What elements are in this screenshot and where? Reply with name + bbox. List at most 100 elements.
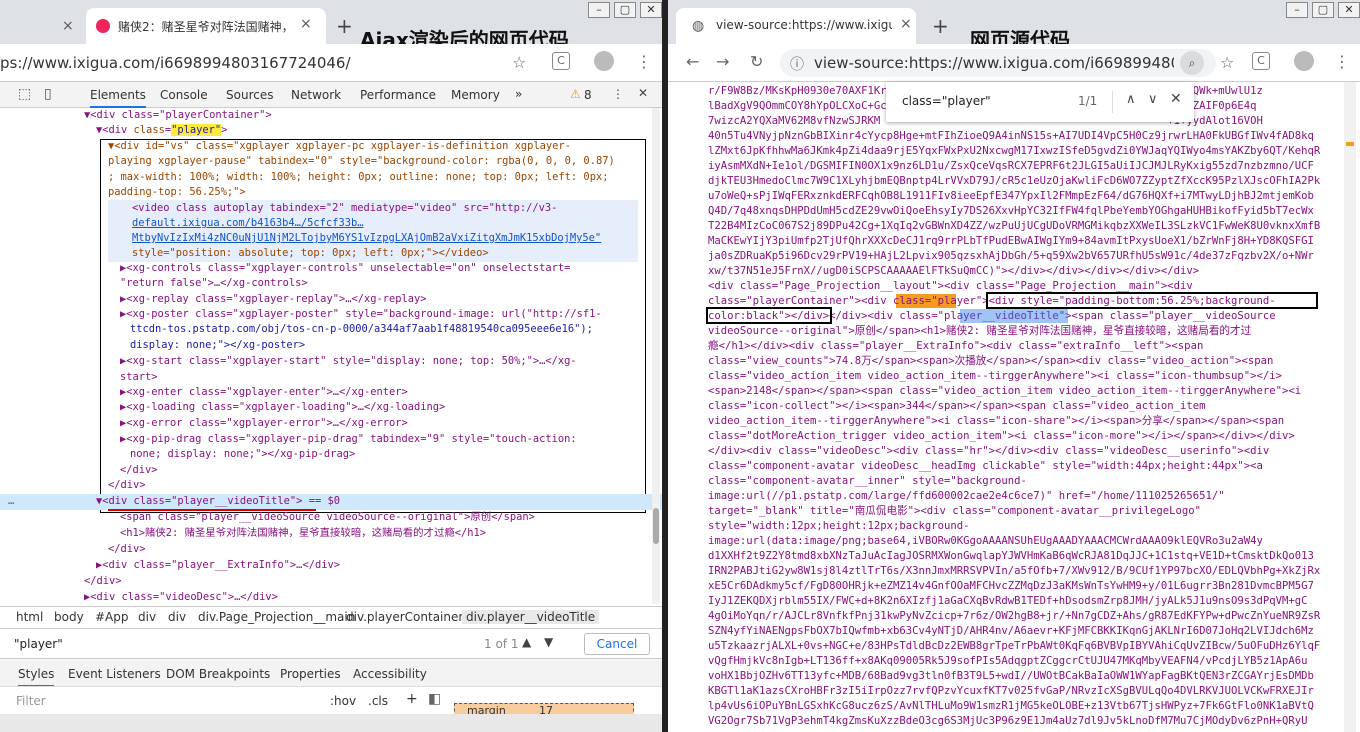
bookmark-star-icon[interactable]: ☆ [1220,53,1234,72]
find-next-icon[interactable]: ▼ [544,635,553,649]
dom-line[interactable]: ▶<xg-pip-drag class="xgplayer-pip-drag" … [120,432,650,448]
dom-line[interactable]: padding-top: 56.25%;"> [108,185,650,201]
crumb-projection-main[interactable]: div.Page_Projection__main [198,610,355,624]
close-window-icon[interactable]: ✕ [1338,2,1360,18]
dom-line[interactable]: "return false">…</xg-controls> [120,276,650,292]
dom-line[interactable]: ▶<xg-error class="xgplayer-error">…</xg-… [120,416,650,432]
extension-icon[interactable]: C [1252,52,1270,70]
address-url[interactable]: ps://www.ixigua.com/i6698994803167724046… [0,54,351,72]
extension-icon[interactable]: C [552,52,570,70]
tab-network[interactable]: Network [291,88,341,102]
address-box[interactable]: ⓘ view-source:https://www.ixigua.com/i66… [780,49,1216,77]
dom-line[interactable]: none; display: none;"></xg-pip-drag> [130,447,650,463]
tab-properties[interactable]: Properties [280,667,341,681]
tab-styles[interactable]: Styles [18,667,55,687]
crumb-div[interactable]: div [138,610,156,624]
tab-dom-breakpoints[interactable]: DOM Breakpoints [166,667,270,681]
computed-sidebar-icon[interactable]: ◧ [428,691,441,707]
dom-line[interactable]: display: none;"></xg-poster> [130,338,650,354]
maximize-icon[interactable]: ▢ [1312,2,1334,18]
active-tab[interactable]: ◍ view-source:https://www.ixigu × [676,8,916,44]
dom-line-player[interactable]: ▼<div class="player"> [96,123,650,139]
crumb-video-title[interactable]: div.player__videoTitle [462,610,600,624]
dom-line[interactable]: ▶<xg-poster class="xgplayer-poster" styl… [120,307,650,323]
dom-line[interactable]: ▶<xg-loading class="xgplayer-loading">…<… [120,400,650,416]
dom-line[interactable]: style="position: absolute; top: 0px; lef… [132,246,650,262]
dom-line[interactable]: </div> [108,478,650,494]
tab-accessibility[interactable]: Accessibility [353,667,427,681]
new-tab-icon[interactable]: + [336,14,353,38]
devtools-close-icon[interactable]: ✕ [638,86,648,100]
dom-video-src-link[interactable]: default.ixigua.com/b4163b4…/5cfcf33b… [132,216,650,232]
dom-line[interactable]: ▶<div class="player__ExtraInfo">…</div> [96,558,650,574]
minimize-icon[interactable]: – [1286,2,1308,18]
crumb-div[interactable]: div [168,610,186,624]
tab-event-listeners[interactable]: Event Listeners [68,667,161,681]
back-icon[interactable]: ← [686,52,699,71]
find-next-icon[interactable]: ∨ [1148,92,1158,107]
new-style-rule-icon[interactable]: + [406,691,418,707]
active-tab[interactable]: 赌侠2：赌圣星爷对阵法国赌神， × [86,8,326,44]
dom-line[interactable]: ▶<xg-start class="xgplayer-start" style=… [120,354,650,370]
dom-line[interactable]: playing xgplayer-pause" tabindex="0" sty… [108,154,650,170]
dom-line[interactable]: ▼<div id="vs" class="xgplayer xgplayer-p… [108,139,650,155]
minimize-icon[interactable]: – [588,2,610,18]
find-in-page-icon[interactable]: ⌕ [1180,51,1204,75]
browser-menu-icon[interactable]: ⋮ [1334,52,1350,71]
devtools-menu-icon[interactable]: ⋮ [612,87,624,101]
dom-line[interactable]: ; max-width: 100%; width: 100%; height: … [108,170,650,186]
warning-icon[interactable]: ⚠ [570,87,581,101]
tab-close-icon[interactable]: × [300,16,312,32]
dom-line[interactable]: <video class autoplay tabindex="2" media… [132,201,650,217]
dom-line[interactable]: ▶<xg-enter class="xgplayer-enter">…</xg-… [120,385,650,401]
address-url[interactable]: view-source:https://www.ixigua.com/i6698… [814,54,1174,72]
source-find-input[interactable]: class="player" [902,94,991,108]
tab-close-icon[interactable]: × [900,16,912,32]
dom-line[interactable]: ▶<div class="videoDesc">…</div> [84,590,650,604]
more-tabs-icon[interactable]: » [515,87,522,101]
find-close-icon[interactable]: ✕ [1170,91,1182,107]
profile-avatar-icon[interactable] [1294,51,1314,71]
cls-toggle[interactable]: .cls [368,694,388,708]
reload-icon[interactable]: ↻ [750,52,763,71]
inspect-element-icon[interactable]: ⬚ [18,86,31,102]
dom-video-src-link[interactable]: MtbyNvIzIxMi4zNC0uNjU1NjM2LTojbyM6YS1vIz… [132,231,650,247]
dom-line-selected[interactable]: ▼<div class="player__videoTitle"> == $0 [96,494,650,510]
dom-line[interactable]: </div> [84,574,650,590]
hov-toggle[interactable]: :hov [330,694,356,708]
close-window-icon[interactable]: ✕ [640,2,662,18]
inactive-tab[interactable]: × [0,8,84,44]
crumb-player-container[interactable]: div.playerContainer [346,610,463,624]
dom-line[interactable]: <span class="player__videoSource videoSo… [120,510,650,526]
inactive-tab-close-icon[interactable]: × [62,18,74,34]
source-scrollbar[interactable] [1344,82,1356,732]
crumb-body[interactable]: body [54,610,84,624]
bookmark-star-icon[interactable]: ☆ [512,53,526,72]
dom-line[interactable]: ▶<xg-replay class="xgplayer-replay">…</x… [120,292,650,308]
dom-line[interactable]: ttcdn-tos.pstatp.com/obj/tos-cn-p-0000/a… [130,322,650,338]
dom-line[interactable]: </div> [120,463,650,479]
forward-icon[interactable]: → [716,52,729,71]
browser-menu-icon[interactable]: ⋮ [636,52,652,71]
dom-line[interactable]: ▶<xg-controls class="xgplayer-controls" … [120,261,650,277]
dom-line[interactable]: start> [120,370,650,386]
dom-scrollbar-thumb[interactable] [653,508,659,544]
dom-line[interactable]: <h1>赌侠2: 赌圣星爷对阵法国赌神，星爷直接较暗，这赌局看的才过瘾</h1> [120,526,650,542]
new-tab-icon[interactable]: + [932,14,949,38]
device-toolbar-icon[interactable]: ▯ [44,86,52,102]
tab-memory[interactable]: Memory [451,88,500,102]
find-input[interactable]: "player" [14,637,63,651]
tab-sources[interactable]: Sources [226,88,273,102]
info-icon[interactable]: ⓘ [790,54,804,74]
tab-console[interactable]: Console [160,88,208,102]
dom-scrollbar[interactable] [652,108,660,604]
cancel-button[interactable]: Cancel [584,633,650,655]
tab-elements[interactable]: Elements [90,88,146,108]
profile-avatar-icon[interactable] [594,51,614,71]
tab-performance[interactable]: Performance [360,88,436,102]
find-prev-icon[interactable]: ∧ [1126,92,1136,107]
find-prev-icon[interactable]: ▲ [522,635,531,649]
maximize-icon[interactable]: ▢ [614,2,636,18]
crumb-app[interactable]: #App [95,610,129,624]
styles-filter-input[interactable]: Filter [16,694,46,708]
